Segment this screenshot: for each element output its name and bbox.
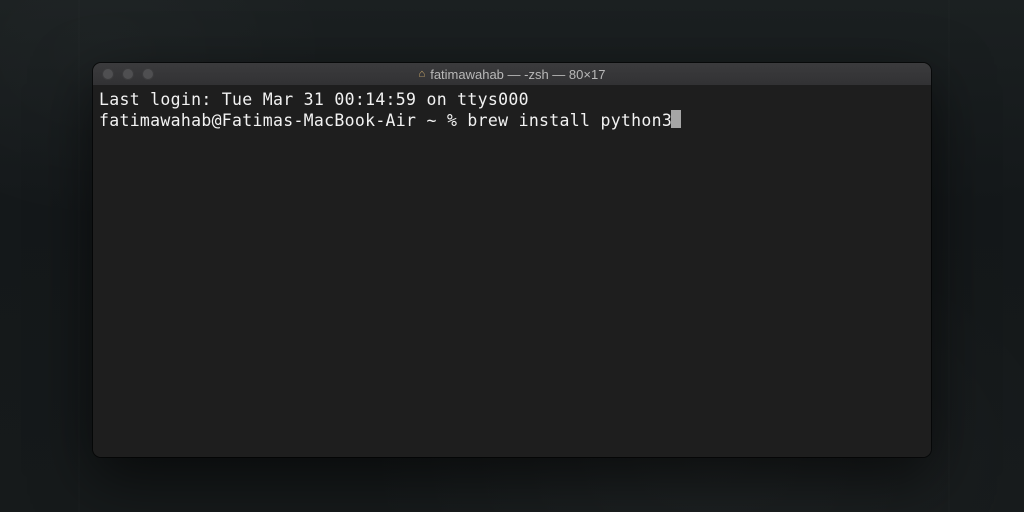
prompt-line[interactable]: fatimawahab@Fatimas-MacBook-Air ~ % brew… bbox=[99, 110, 925, 131]
window-titlebar[interactable]: ⌂ fatimawahab — -zsh — 80×17 bbox=[93, 63, 931, 86]
window-title-text: fatimawahab — -zsh — 80×17 bbox=[430, 67, 605, 82]
typed-command: brew install python3 bbox=[467, 111, 672, 130]
terminal-body[interactable]: Last login: Tue Mar 31 00:14:59 on ttys0… bbox=[93, 85, 931, 457]
home-icon: ⌂ bbox=[419, 69, 426, 80]
shell-prompt: fatimawahab@Fatimas-MacBook-Air ~ % bbox=[99, 111, 467, 130]
last-login-line: Last login: Tue Mar 31 00:14:59 on ttys0… bbox=[99, 89, 925, 110]
window-title: ⌂ fatimawahab — -zsh — 80×17 bbox=[93, 67, 931, 82]
window-controls bbox=[93, 68, 154, 80]
close-button[interactable] bbox=[102, 68, 114, 80]
text-cursor bbox=[671, 110, 681, 128]
zoom-button[interactable] bbox=[142, 68, 154, 80]
terminal-window[interactable]: ⌂ fatimawahab — -zsh — 80×17 Last login:… bbox=[93, 63, 931, 457]
minimize-button[interactable] bbox=[122, 68, 134, 80]
desktop-background: ⌂ fatimawahab — -zsh — 80×17 Last login:… bbox=[0, 0, 1024, 512]
